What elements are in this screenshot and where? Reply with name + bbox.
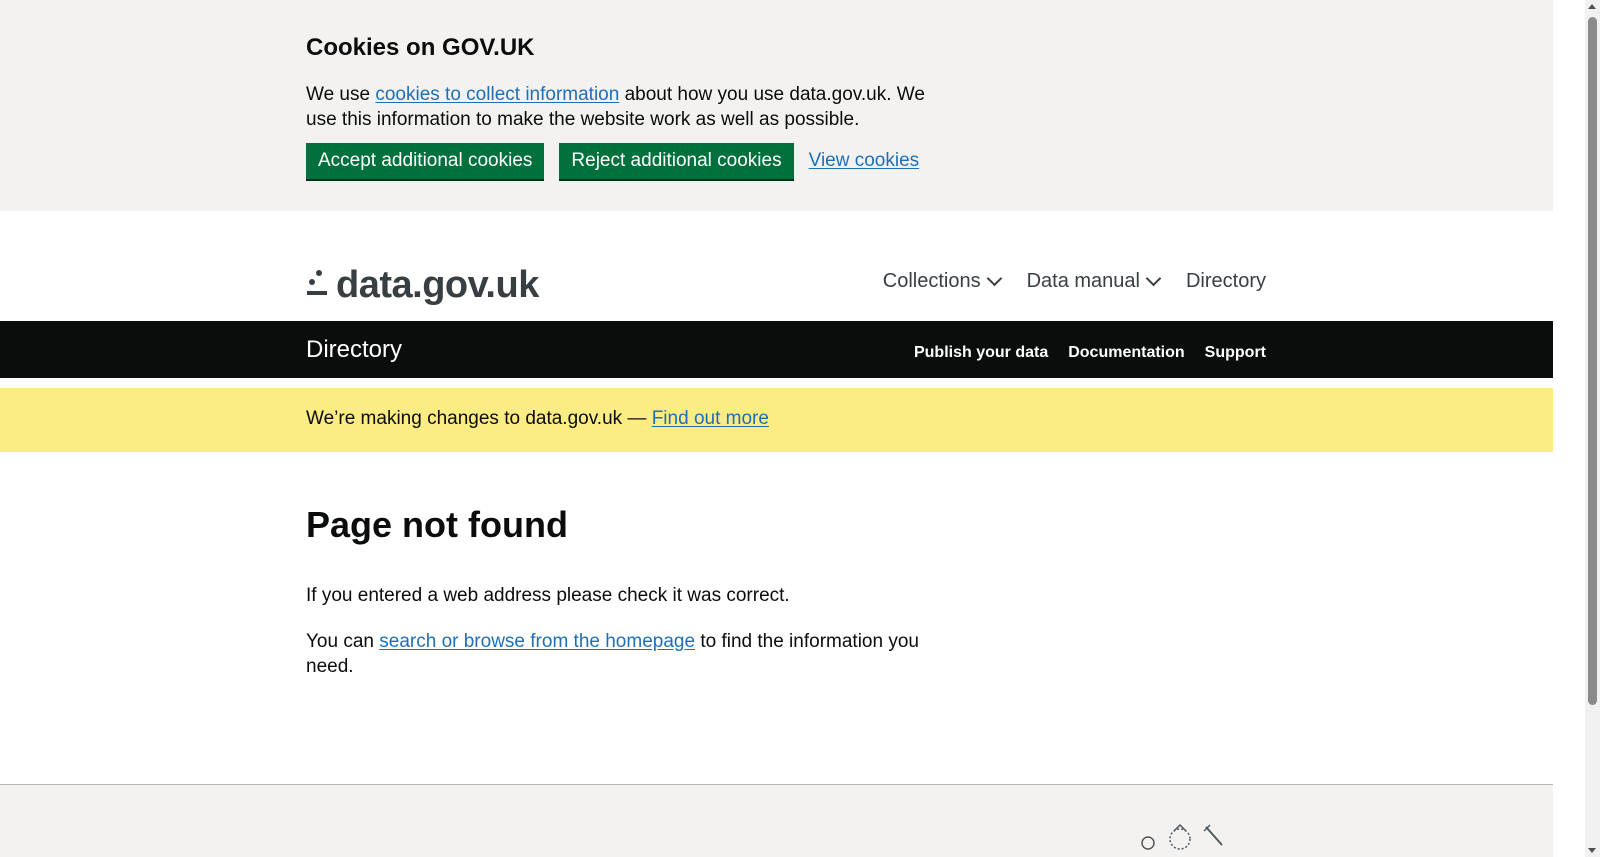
- cookie-banner-title: Cookies on GOV.UK: [306, 34, 535, 61]
- cookie-info-link[interactable]: cookies to collect information: [375, 84, 619, 105]
- section-nav: Publish your data Documentation Support: [894, 344, 1266, 362]
- site-header: data.gov.uk Collections Data manual Dire…: [0, 211, 1553, 321]
- support-link[interactable]: Support: [1205, 344, 1266, 362]
- view-cookies-link[interactable]: View cookies: [809, 150, 920, 172]
- page-title: Page not found: [306, 504, 568, 545]
- scrollbar-thumb[interactable]: [1588, 17, 1597, 705]
- logo[interactable]: data.gov.uk: [306, 264, 539, 307]
- nav-collections[interactable]: Collections: [883, 270, 1002, 293]
- chevron-down-icon: [1145, 270, 1162, 287]
- cookie-banner: Cookies on GOV.UK We use cookies to coll…: [0, 0, 1553, 211]
- accept-cookies-button[interactable]: Accept additional cookies: [306, 143, 545, 179]
- homepage-link[interactable]: search or browse from the homepage: [379, 631, 695, 652]
- nav-directory[interactable]: Directory: [1186, 270, 1266, 293]
- cookie-actions: Accept additional cookies Reject additio…: [306, 143, 919, 179]
- logo-dots-icon: [306, 269, 330, 302]
- check-address-text: If you entered a web address please chec…: [306, 585, 790, 606]
- notice-banner: We’re making changes to data.gov.uk — Fi…: [0, 388, 1553, 452]
- royal-crest-icon: [1141, 823, 1223, 850]
- notice-text: We’re making changes to data.gov.uk — Fi…: [306, 408, 769, 429]
- nav-data-manual[interactable]: Data manual: [1027, 270, 1162, 293]
- cookie-banner-text: We use cookies to collect information ab…: [306, 84, 925, 130]
- main-content: Page not found If you entered a web addr…: [0, 452, 1553, 784]
- chevron-down-icon: [986, 270, 1002, 287]
- section-title: Directory: [306, 336, 403, 363]
- vertical-scrollbar[interactable]: [1585, 0, 1600, 857]
- documentation-link[interactable]: Documentation: [1068, 344, 1184, 362]
- main-nav: Collections Data manual Directory: [856, 270, 1266, 293]
- publish-data-link[interactable]: Publish your data: [914, 344, 1048, 362]
- search-hint-text: You can search or browse from the homepa…: [306, 631, 919, 677]
- section-bar: Directory Publish your data Documentatio…: [0, 321, 1553, 378]
- site-footer: [0, 784, 1553, 857]
- page: Cookies on GOV.UK We use cookies to coll…: [0, 0, 1553, 857]
- scroll-up-icon[interactable]: [1588, 4, 1596, 9]
- find-out-more-link[interactable]: Find out more: [652, 408, 769, 429]
- logo-text: data.gov.uk: [336, 264, 539, 306]
- reject-cookies-button[interactable]: Reject additional cookies: [559, 143, 794, 179]
- scroll-down-icon[interactable]: [1588, 848, 1596, 853]
